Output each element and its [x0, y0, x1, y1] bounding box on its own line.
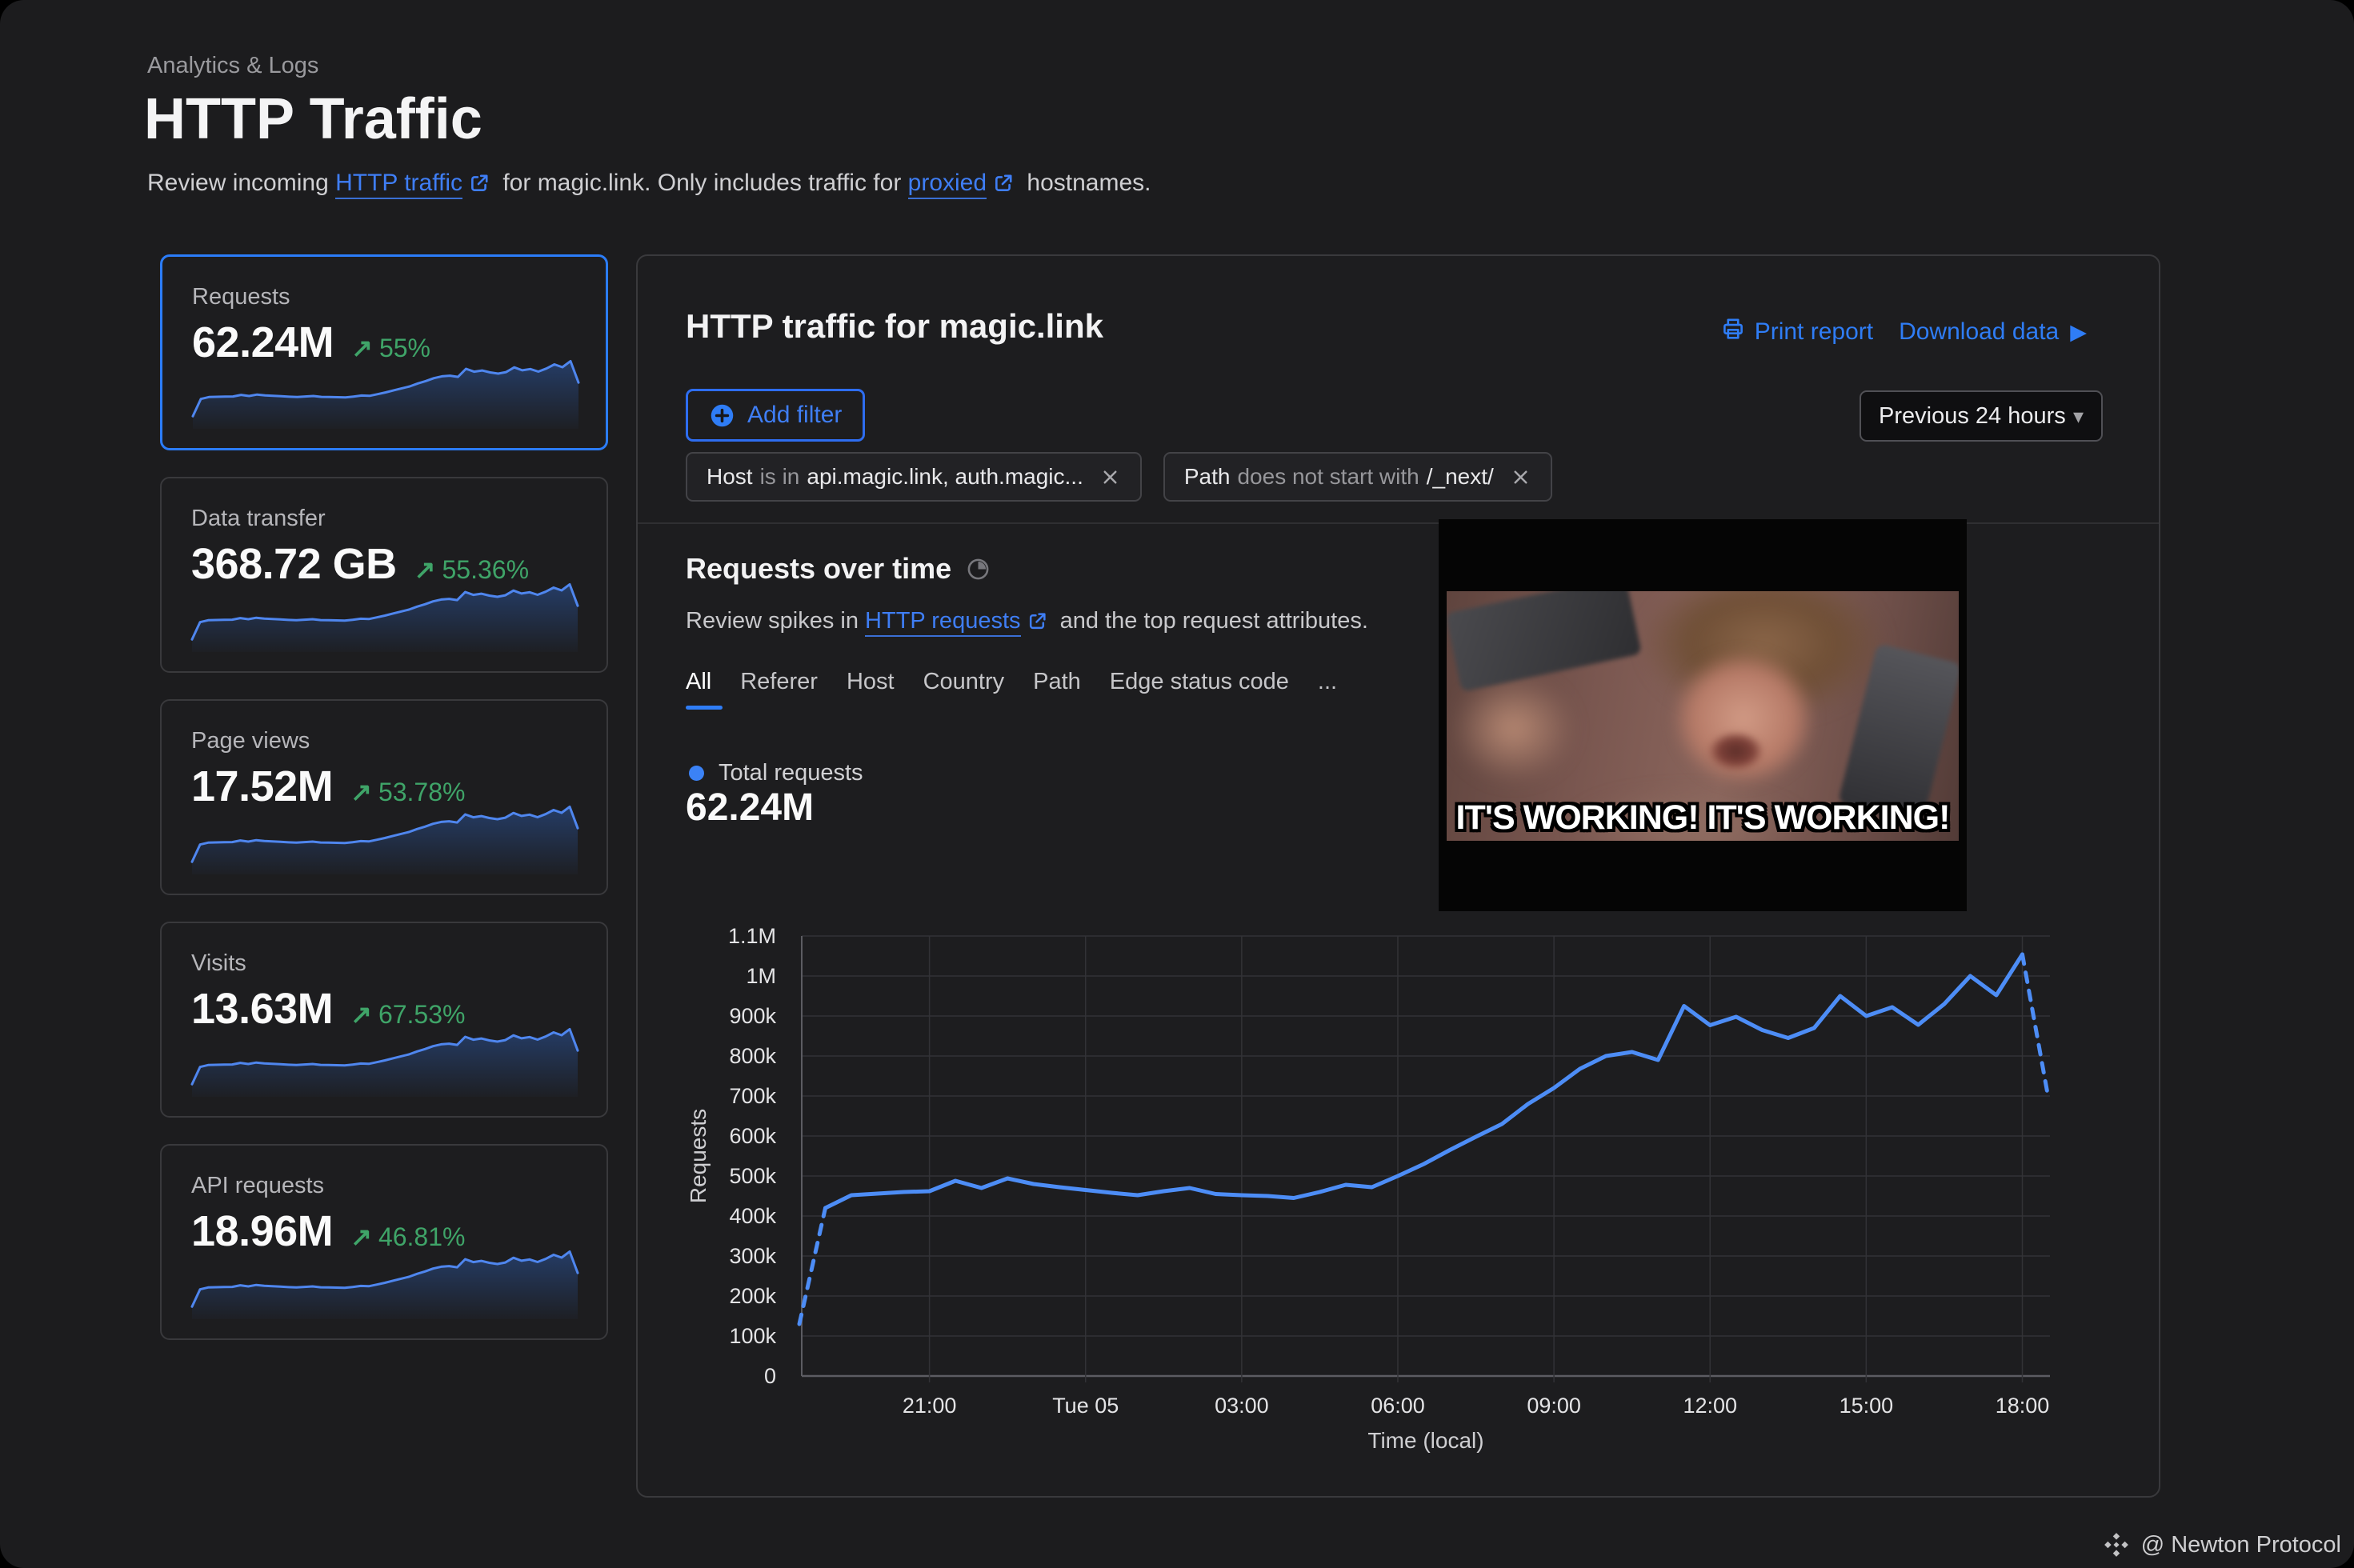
filter-chip-host[interactable]: Hostis inapi.magic.link, auth.magic...: [686, 452, 1142, 502]
print-report-button[interactable]: Print report: [1721, 317, 1873, 347]
add-filter-button[interactable]: Add filter: [686, 389, 865, 442]
external-link-icon: [993, 173, 1014, 200]
panel-actions: Print report Download data ▶: [1721, 317, 2087, 347]
svg-text:06:00: 06:00: [1371, 1394, 1425, 1418]
metric-card-page-views[interactable]: Page views17.52M↗53.78%: [160, 699, 608, 895]
metric-label: API requests: [191, 1173, 324, 1199]
svg-text:1.1M: 1.1M: [728, 924, 776, 948]
svg-text:18:00: 18:00: [1996, 1394, 2050, 1418]
svg-text:03:00: 03:00: [1215, 1394, 1269, 1418]
svg-text:15:00: 15:00: [1840, 1394, 1894, 1418]
tab-path[interactable]: Path: [1033, 669, 1081, 695]
metric-card-requests[interactable]: Requests62.24M↗55%: [160, 254, 608, 450]
total-requests-value: 62.24M: [686, 786, 814, 830]
legend-label: Total requests: [719, 760, 863, 786]
svg-text:100k: 100k: [729, 1324, 776, 1348]
tab-host[interactable]: Host: [847, 669, 895, 695]
section-subtitle: Review spikes in HTTP requests and the t…: [686, 608, 1368, 638]
metric-label: Visits: [191, 950, 246, 977]
svg-text:700k: 700k: [729, 1084, 776, 1108]
breadcrumb: Analytics & Logs: [147, 53, 318, 79]
svg-text:500k: 500k: [729, 1164, 776, 1188]
svg-text:600k: 600k: [729, 1124, 776, 1148]
download-data-button[interactable]: Download data ▶: [1899, 318, 2087, 346]
metric-cards: Requests62.24M↗55% Data transfer368.72 GB…: [160, 254, 608, 1366]
filter-chips: Hostis inapi.magic.link, auth.magic... Pa…: [686, 452, 1552, 502]
requests-over-time-chart[interactable]: 0 100k 200k 300k 400k 500k 600k 700k 800k 900k 1M 1…: [674, 914, 2114, 1474]
sparkline-chart: [190, 352, 583, 430]
svg-text:200k: 200k: [729, 1284, 776, 1308]
external-link-icon: [469, 173, 490, 200]
metric-card-data-transfer[interactable]: Data transfer368.72 GB↗55.36%: [160, 477, 608, 673]
svg-text:Time (local): Time (local): [1367, 1428, 1483, 1453]
page-description: Review incoming HTTP traffic for magic.l…: [147, 170, 1151, 200]
tab-all[interactable]: All: [686, 669, 711, 695]
tab-referer[interactable]: Referer: [740, 669, 818, 695]
svg-text:21:00: 21:00: [903, 1394, 957, 1418]
http-traffic-link[interactable]: HTTP traffic: [335, 170, 462, 199]
tab-more[interactable]: ...: [1318, 669, 1337, 695]
attribute-tabs: All Referer Host Country Path Edge status cod…: [686, 669, 1337, 695]
metric-label: Requests: [192, 284, 290, 310]
svg-text:Tue 05: Tue 05: [1052, 1394, 1119, 1418]
series-dot-icon: [689, 766, 704, 781]
close-icon[interactable]: [1510, 466, 1531, 488]
svg-text:800k: 800k: [729, 1044, 776, 1068]
sparkline-chart: [189, 575, 582, 654]
svg-text:09:00: 09:00: [1527, 1394, 1581, 1418]
expand-right-icon: ▶: [2070, 320, 2087, 345]
http-requests-link[interactable]: HTTP requests: [865, 608, 1020, 637]
sparkline-chart: [189, 1242, 582, 1321]
svg-text:1M: 1M: [746, 964, 776, 988]
panel-title: HTTP traffic for magic.link: [686, 307, 1103, 346]
metric-card-visits[interactable]: Visits13.63M↗67.53%: [160, 922, 608, 1118]
meme-caption: IT'S WORKING! IT'S WORKING!: [1439, 798, 1967, 838]
metric-card-api-requests[interactable]: API requests18.96M↗46.81%: [160, 1144, 608, 1340]
section-title: Requests over time: [686, 552, 951, 586]
svg-text:0: 0: [764, 1364, 776, 1388]
tab-country[interactable]: Country: [923, 669, 1005, 695]
close-icon[interactable]: [1099, 466, 1121, 488]
svg-text:400k: 400k: [729, 1204, 776, 1228]
svg-text:900k: 900k: [729, 1004, 776, 1028]
metric-label: Page views: [191, 728, 310, 754]
proxied-link[interactable]: proxied: [908, 170, 987, 199]
time-range-dropdown[interactable]: Previous 24 hours ▾: [1860, 390, 2103, 442]
svg-text:Requests: Requests: [686, 1109, 711, 1203]
sparkline-chart: [189, 1020, 582, 1098]
clock-icon: [966, 557, 991, 582]
svg-text:12:00: 12:00: [1683, 1394, 1737, 1418]
metric-label: Data transfer: [191, 506, 326, 532]
printer-icon: [1721, 317, 1745, 347]
newton-protocol-logo-icon: [2103, 1531, 2130, 1558]
sparkline-chart: [189, 798, 582, 876]
tab-edge-status-code[interactable]: Edge status code: [1110, 669, 1289, 695]
chart-legend: Total requests: [689, 760, 863, 786]
dashboard-screen: Analytics & Logs HTTP Traffic Review inc…: [0, 0, 2354, 1568]
external-link-icon: [1027, 611, 1047, 638]
plus-circle-icon: [709, 402, 735, 429]
svg-text:300k: 300k: [729, 1244, 776, 1268]
filter-chip-path[interactable]: Pathdoes not start with/_next/: [1163, 452, 1552, 502]
meme-image: IT'S WORKING! IT'S WORKING!: [1439, 519, 1967, 911]
page-title: HTTP Traffic: [144, 86, 482, 152]
chevron-down-icon: ▾: [2073, 404, 2084, 429]
watermark: @ Newton Protocol: [2103, 1531, 2341, 1558]
